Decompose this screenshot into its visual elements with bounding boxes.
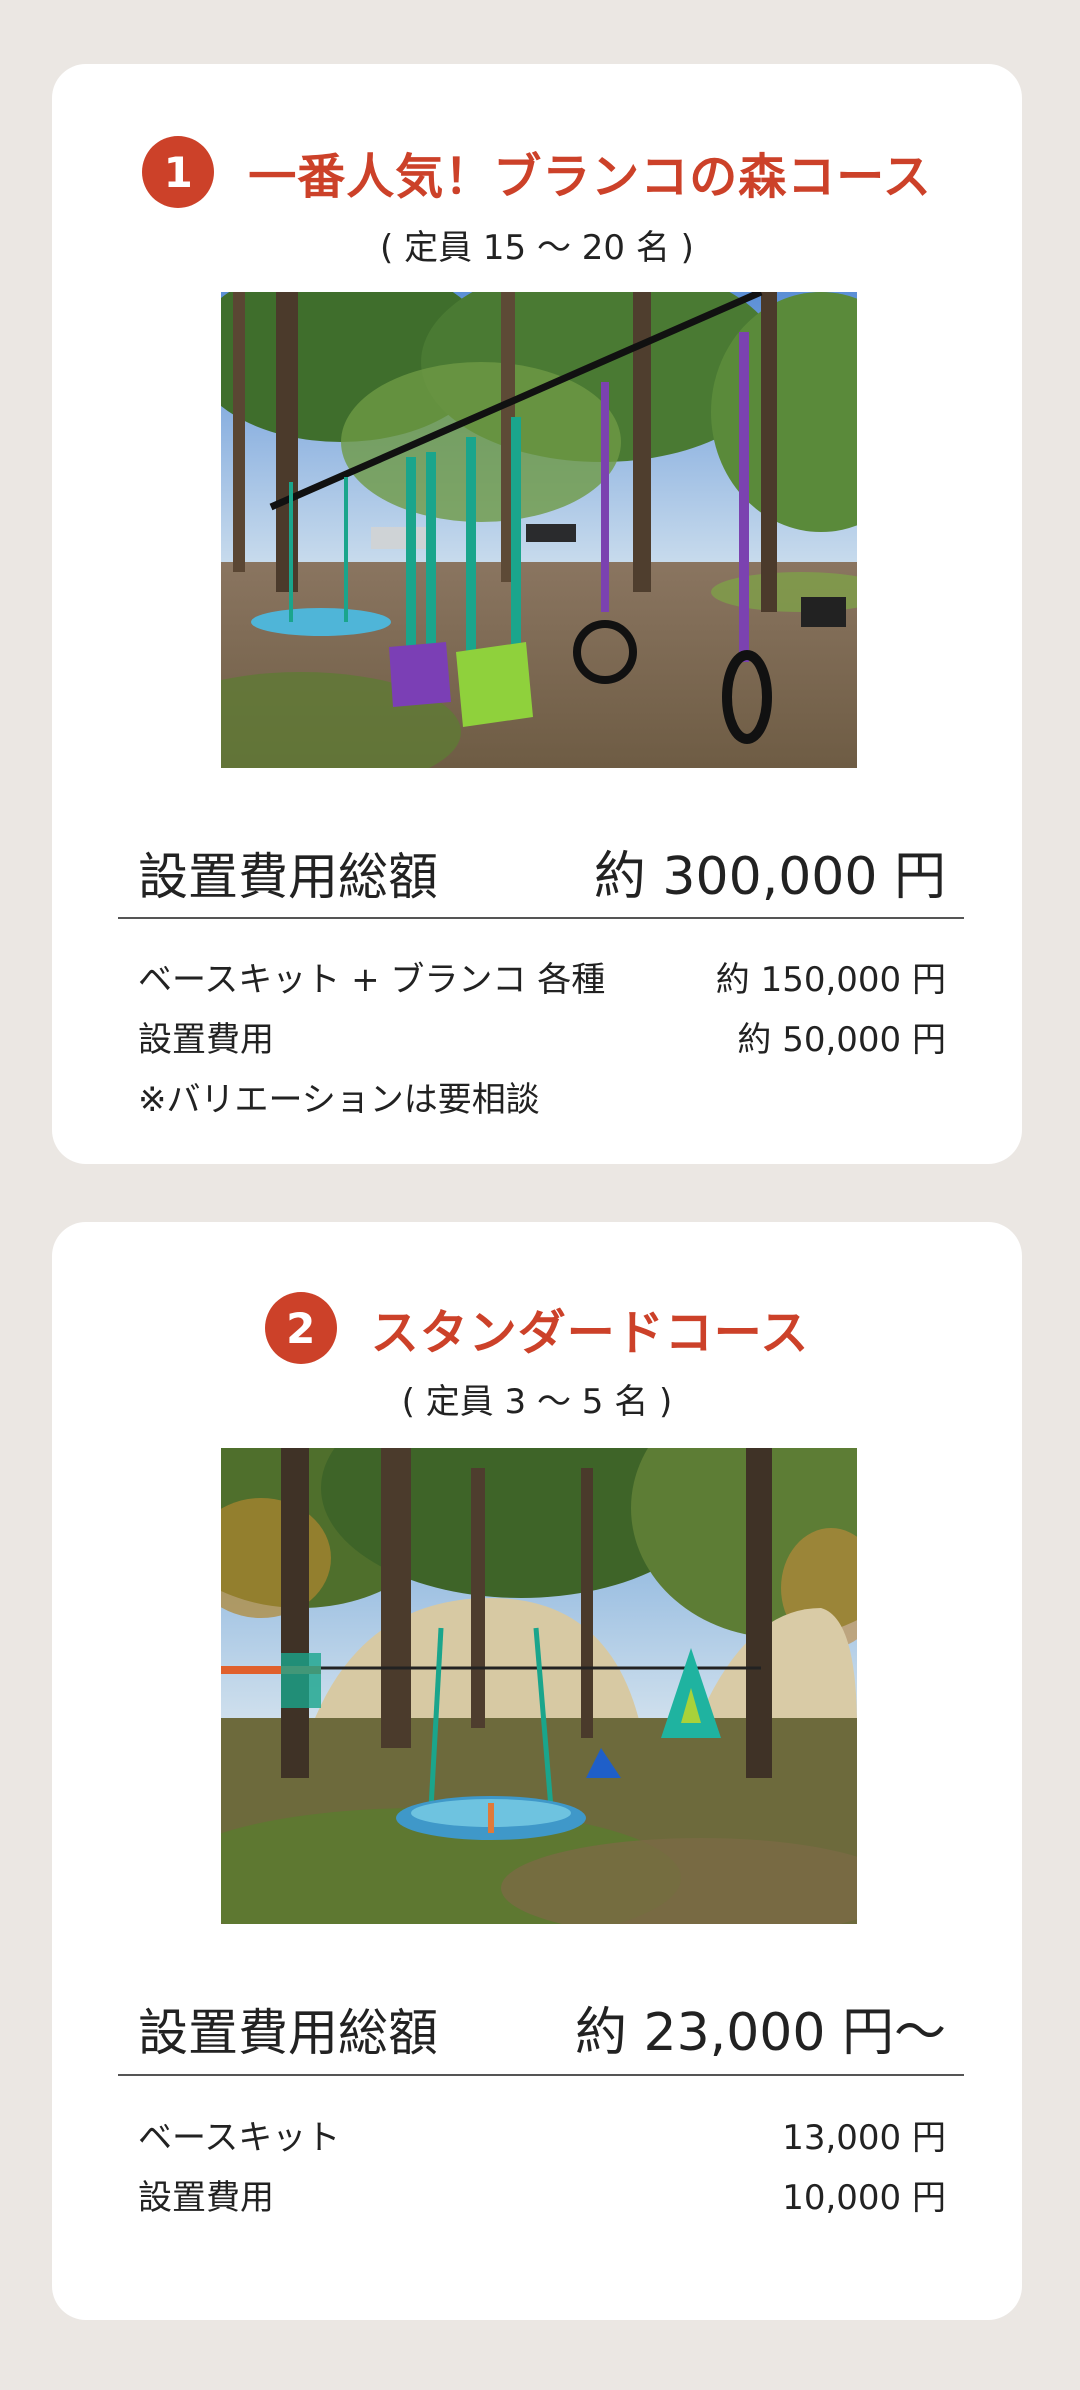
cost-item-label: ベースキット xyxy=(138,2118,341,2158)
cost-item-label: ベースキット + ブランコ 各種 xyxy=(138,960,606,1000)
cost-item-label: 設置費用 xyxy=(138,2178,274,2218)
course-capacity: ( 定員 3 〜 5 名 ) xyxy=(401,1382,673,1422)
course-card-2: 2 スタンダードコース ( 定員 3 〜 5 名 ) 設置費用総額 約 23,0… xyxy=(52,1222,1022,2320)
cost-item-label: 設置費用 xyxy=(138,1020,274,1060)
total-cost-row: 設置費用総額 約 300,000 円 xyxy=(138,834,946,909)
total-cost-label: 設置費用総額 xyxy=(138,2004,438,2062)
total-cost-row: 設置費用総額 約 23,000 円〜 xyxy=(138,1990,946,2065)
course-capacity: ( 定員 15 〜 20 名 ) xyxy=(380,228,694,268)
course-heading: 2 スタンダードコース xyxy=(52,1292,1022,1364)
divider xyxy=(118,917,964,919)
course-card-1: 1 一番人気！ブランコの森コース ( 定員 15 〜 20 名 ) 設置費用総額… xyxy=(52,64,1022,1164)
course-note: ※バリエーションは要相談 xyxy=(138,1080,540,1120)
total-cost-value: 約 300,000 円 xyxy=(593,847,946,907)
course-number-badge: 2 xyxy=(264,1292,337,1364)
course-note-row: ※バリエーションは要相談 xyxy=(138,1072,946,1121)
forest-swings-photo xyxy=(221,292,857,768)
cost-item-row: ベースキット + ブランコ 各種 約 150,000 円 xyxy=(138,952,946,1001)
standard-swing-photo xyxy=(221,1448,857,1924)
cost-item-value: 約 50,000 円 xyxy=(737,1020,946,1060)
course-number-badge: 1 xyxy=(142,136,215,208)
course-title: 一番人気！ブランコの森コース xyxy=(248,149,932,205)
total-cost-value: 約 23,000 円〜 xyxy=(574,2003,946,2063)
cost-item-value: 10,000 円 xyxy=(782,2178,946,2218)
total-cost-label: 設置費用総額 xyxy=(138,848,438,906)
cost-item-value: 約 150,000 円 xyxy=(715,960,946,1000)
cost-item-value: 13,000 円 xyxy=(782,2118,946,2158)
cost-item-row: 設置費用 約 50,000 円 xyxy=(138,1012,946,1061)
cost-item-row: 設置費用 10,000 円 xyxy=(138,2170,946,2219)
course-heading: 1 一番人気！ブランコの森コース xyxy=(52,136,1022,208)
divider xyxy=(118,2074,964,2076)
course-title: スタンダードコース xyxy=(370,1305,810,1361)
cost-item-row: ベースキット 13,000 円 xyxy=(138,2110,946,2159)
